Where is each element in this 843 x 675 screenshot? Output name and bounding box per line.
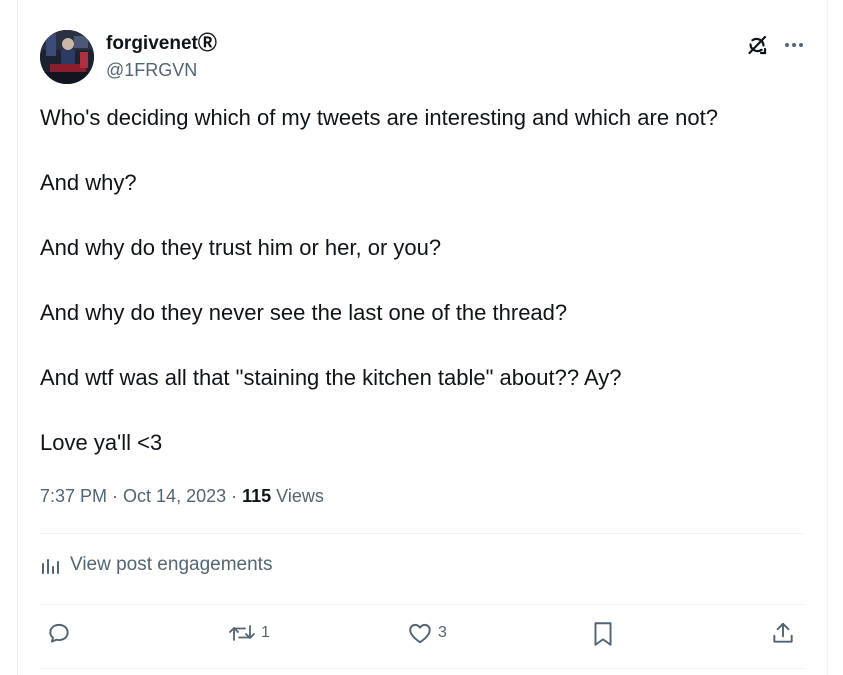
display-name[interactable]: forgivenetⓇ bbox=[106, 32, 217, 56]
post-meta: 7:37 PM · Oct 14, 2023 · 115 Views bbox=[40, 484, 324, 508]
handle[interactable]: @1FRGVN bbox=[106, 58, 217, 82]
avatar[interactable] bbox=[40, 30, 94, 84]
meta-separator: · bbox=[226, 486, 243, 506]
post-time[interactable]: 7:37 PM bbox=[40, 486, 107, 506]
more-options-icon[interactable] bbox=[783, 34, 805, 56]
post-line: And why? bbox=[40, 170, 137, 195]
like-count: 3 bbox=[438, 624, 447, 641]
view-engagements-link[interactable]: View post engagements bbox=[40, 554, 272, 576]
share-button[interactable] bbox=[770, 620, 796, 646]
post-date[interactable]: Oct 14, 2023 bbox=[123, 486, 226, 506]
like-button[interactable]: 3 bbox=[406, 620, 447, 646]
divider bbox=[40, 533, 805, 534]
header-actions bbox=[745, 30, 805, 60]
display-name-text[interactable]: forgivenet bbox=[106, 33, 198, 54]
views-label: Views bbox=[271, 486, 324, 506]
post-actions: 1 3 bbox=[40, 620, 805, 654]
post-line: Who's deciding which of my tweets are in… bbox=[40, 105, 718, 130]
post-line: And why do they trust him or her, or you… bbox=[40, 235, 442, 260]
registered-mark: Ⓡ bbox=[197, 33, 217, 54]
post-card: forgivenetⓇ @1FRGVN Who's deciding which… bbox=[17, 0, 828, 675]
post-line: And wtf was all that "staining the kitch… bbox=[40, 365, 622, 390]
post-text: Who's deciding which of my tweets are in… bbox=[40, 105, 800, 495]
reply-button[interactable] bbox=[46, 620, 76, 646]
meta-separator: · bbox=[107, 486, 124, 506]
post-line: Love ya'll <3 bbox=[40, 430, 163, 455]
bookmark-button[interactable] bbox=[591, 620, 615, 648]
like-icon bbox=[409, 623, 431, 644]
post-header: forgivenetⓇ @1FRGVN bbox=[40, 30, 805, 86]
divider bbox=[40, 604, 805, 605]
grok-slash-icon[interactable] bbox=[745, 33, 769, 57]
author-names: forgivenetⓇ @1FRGVN bbox=[106, 32, 217, 82]
views-count: 115 bbox=[242, 486, 272, 506]
reply-icon bbox=[49, 623, 69, 643]
repost-count: 1 bbox=[261, 624, 270, 641]
repost-icon bbox=[229, 625, 255, 641]
post-line: And why do they never see the last one o… bbox=[40, 300, 568, 325]
engagements-label[interactable]: View post engagements bbox=[70, 554, 272, 576]
share-icon bbox=[773, 622, 793, 643]
analytics-icon bbox=[42, 559, 59, 574]
divider bbox=[40, 668, 805, 669]
repost-button[interactable]: 1 bbox=[227, 620, 270, 646]
bookmark-icon bbox=[594, 622, 612, 646]
